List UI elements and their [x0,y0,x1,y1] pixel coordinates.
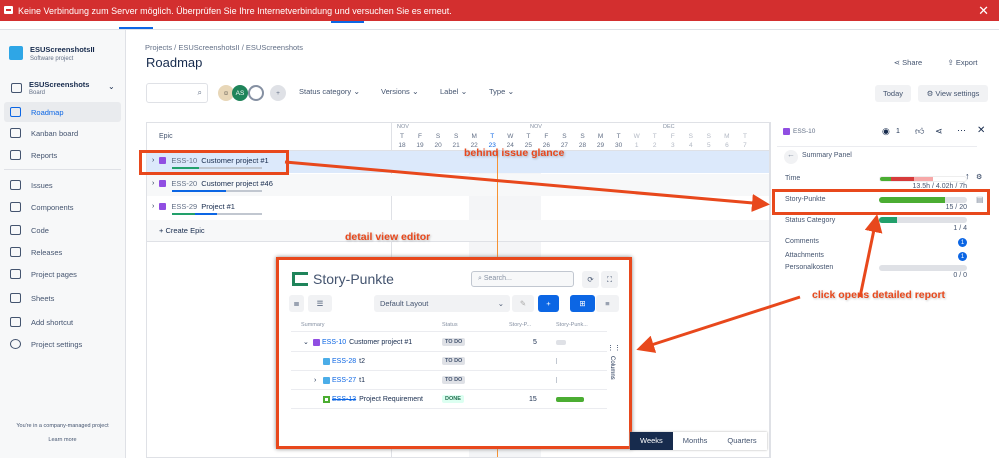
arrow [636,295,801,353]
annotation-arrows [284,160,883,353]
arrow [858,214,883,298]
arrow [284,160,770,212]
